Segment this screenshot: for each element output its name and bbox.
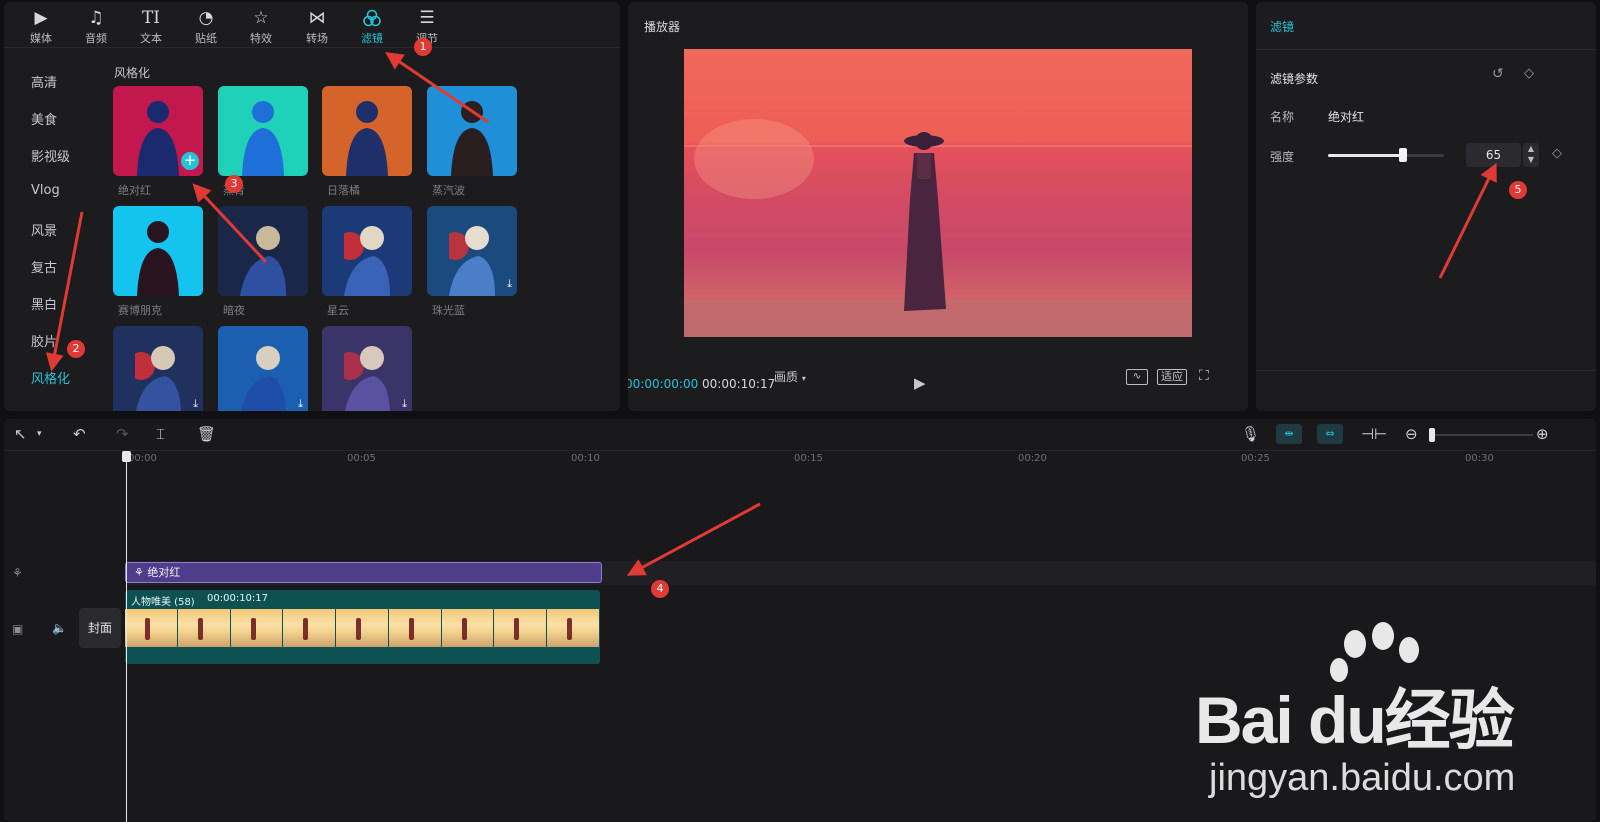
watermark-brand: Bai du经验 [1195,683,1515,757]
app-root: ▶ 媒体 ♫ 音频 TI 文本 ◔ 贴纸 ☆ 特效 ⋈ 转场 滤镜 ☰ 高清 美… [0,0,1600,822]
annotation-badge: 5 [1509,181,1527,199]
annotation-badge: 4 [651,580,669,598]
watermark-url: jingyan.baidu.com [1209,757,1516,799]
baidu-watermark: Bai du经验 jingyan.baidu.com [1195,622,1525,812]
annotation-badge: 3 [225,175,243,193]
annotation-badge: 1 [414,38,432,56]
annotation-badge: 2 [67,340,85,358]
